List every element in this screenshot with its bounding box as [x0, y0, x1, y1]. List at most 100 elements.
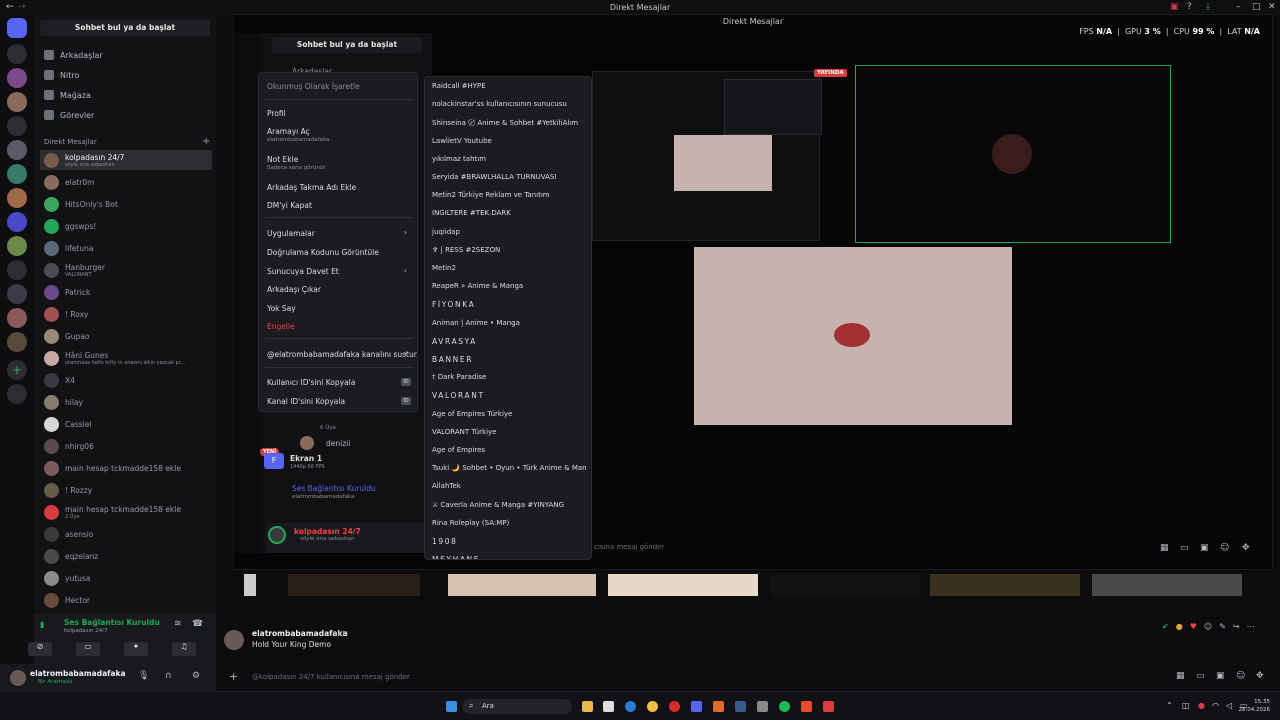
submenu-server-item[interactable]: AllahTek [432, 482, 587, 490]
dm-list-item[interactable]: HitsOnly's Bot [40, 194, 212, 214]
attach-plus-icon[interactable]: + [229, 670, 238, 683]
microphone-tray-icon[interactable]: ● [1198, 701, 1205, 710]
dm-list-item[interactable]: lifetuna [40, 238, 212, 258]
stream-tile-highlighted[interactable] [855, 65, 1171, 243]
submenu-server-item[interactable]: Metin2 [432, 264, 587, 272]
menu-item-call[interactable]: Aramayı Aç elatrombabamadafaka [267, 127, 329, 143]
server-icon[interactable] [7, 44, 27, 64]
steam-icon[interactable] [735, 701, 746, 712]
server-icon[interactable] [7, 188, 27, 208]
submenu-server-item[interactable]: Seryida #BRAWLHALLA TURNUVASI [432, 173, 587, 181]
menu-item-ignore[interactable]: Yok Say [267, 304, 296, 313]
microphone-icon[interactable]: 🎙 [138, 671, 149, 681]
wifi-icon[interactable]: ◠ [1212, 701, 1219, 710]
app-icon[interactable] [603, 701, 614, 712]
server-icon[interactable] [7, 140, 27, 160]
server-icon[interactable] [7, 212, 27, 232]
dm-list-item[interactable]: ! Roxy [40, 304, 212, 324]
start-icon[interactable] [446, 701, 457, 712]
menu-item-mark-read[interactable]: Okunmuş Olarak İşaretle [267, 82, 360, 91]
submenu-server-item[interactable]: Animan | Anime • Manga [432, 319, 587, 327]
app-icon[interactable] [757, 701, 768, 712]
media-thumbnail[interactable] [608, 574, 758, 596]
dm-list-item[interactable]: Hanburger VALORANT [40, 260, 212, 280]
dm-list-item[interactable]: hilay [40, 392, 212, 412]
spotify-icon[interactable] [779, 701, 790, 712]
camera-off-icon[interactable]: ⊘ [28, 642, 52, 656]
submenu-server-item[interactable]: VALORANT Türkiye [432, 428, 587, 436]
dm-list-item[interactable]: yutusa [40, 568, 212, 588]
media-thumbnail[interactable] [930, 574, 1080, 596]
server-icon[interactable] [7, 284, 27, 304]
dm-list-item[interactable]: Cassiel [40, 414, 212, 434]
activities-icon[interactable]: ✦ [124, 642, 148, 656]
nav-nitro[interactable]: Nitro [44, 68, 79, 82]
submenu-server-item[interactable]: MEYHANE [432, 555, 587, 559]
network-icon[interactable]: ◫ [1182, 701, 1190, 710]
apps-icon[interactable]: ✥ [1256, 671, 1264, 681]
dm-list-item[interactable]: asensio [40, 524, 212, 544]
dm-list-item[interactable]: nhirg06 [40, 436, 212, 456]
app-icon[interactable] [823, 701, 834, 712]
submenu-server-item[interactable]: FİYONKA [432, 300, 587, 309]
dm-list-item[interactable]: Hâni Gunes utanmasa hello kitty in anasın… [40, 348, 212, 368]
server-icon[interactable] [7, 308, 27, 328]
minimize-icon[interactable]: – [1236, 2, 1241, 12]
sticker-icon[interactable]: ▣ [1216, 671, 1225, 681]
media-thumbnail[interactable] [770, 574, 920, 596]
menu-item-note[interactable]: Not Ekle Sadece sana görünür [267, 155, 326, 171]
dm-list-item[interactable]: ggswps! [40, 216, 212, 236]
dm-list-item[interactable]: kolpadasın 24/7 söyle ona sebastian [40, 150, 212, 170]
dm-list-item[interactable]: elatr0m [40, 172, 212, 192]
dm-list-item[interactable]: Hector [40, 590, 212, 610]
dm-list-item[interactable]: eqzelanz [40, 546, 212, 566]
stream-tile[interactable] [694, 247, 1012, 425]
dm-list-item[interactable]: main hesap tckmadde158 ekle 2 Üye [40, 502, 212, 522]
avatar[interactable] [10, 670, 26, 686]
submenu-server-item[interactable]: 1908 [432, 537, 587, 546]
edit-icon[interactable]: ✎ [1219, 622, 1226, 636]
server-icon[interactable] [7, 332, 27, 352]
nav-friends[interactable]: Arkadaşlar [44, 48, 103, 62]
menu-item-profile[interactable]: Profil [267, 109, 286, 118]
close-icon[interactable]: ✕ [1268, 2, 1276, 12]
submenu-server-item[interactable]: Rina Roleplay (SA:MP) [432, 519, 587, 527]
menu-item-invite[interactable]: Sunucuya Davet Et [267, 267, 339, 276]
submenu-server-item[interactable]: Age of Empires Türkiye [432, 410, 587, 418]
nav-shop[interactable]: Mağaza [44, 88, 91, 102]
emoji-reaction-icon[interactable]: ● [1176, 622, 1183, 636]
edge-icon[interactable] [625, 701, 636, 712]
app-icon[interactable] [801, 701, 812, 712]
add-reaction-icon[interactable]: ☺ [1204, 622, 1212, 636]
file-explorer-icon[interactable] [582, 701, 593, 712]
submenu-server-item[interactable]: Tsuki 🌙 Sohbet • Oyun • Türk Anime & Man… [432, 464, 587, 472]
submenu-server-item[interactable]: Age of Empires [432, 446, 587, 454]
server-icon[interactable] [7, 116, 27, 136]
server-icon[interactable] [7, 68, 27, 88]
submenu-server-item[interactable]: ⚔ Caverla Anime & Manga #YINYANG [432, 501, 587, 509]
download-icon[interactable]: ⤓ [1206, 2, 1210, 12]
menu-item-verify[interactable]: Doğrulama Kodunu Görüntüle [267, 248, 379, 257]
noise-suppression-icon[interactable]: ≋ [174, 619, 182, 629]
help-icon[interactable]: ? [1187, 2, 1192, 12]
submenu-server-item[interactable]: ♆ | RESS #2SEZON [432, 246, 587, 254]
gift-icon[interactable]: ▦ [1176, 671, 1185, 681]
submenu-server-item[interactable]: juqiidap [432, 228, 587, 236]
dm-list-item[interactable]: X4 [40, 370, 212, 390]
submenu-server-item[interactable]: nolackinstar'ss kullanıcısının sunucusu [432, 100, 587, 108]
tray-chevron-icon[interactable]: ⌃ [1166, 701, 1173, 710]
disconnect-icon[interactable]: ☎ [192, 619, 203, 629]
submenu-server-item[interactable]: Shinseina 〄 Anime & Sohbet #YetkiliAlım [432, 118, 587, 128]
soundboard-icon[interactable]: ♫ [172, 642, 196, 656]
discord-home-icon[interactable] [7, 18, 27, 38]
dm-list-item[interactable]: ! Rozzy [40, 480, 212, 500]
menu-item-remove-friend[interactable]: Arkadaşı Çıkar [267, 285, 321, 294]
server-icon[interactable] [7, 164, 27, 184]
settings-gear-icon[interactable]: ⚙ [192, 671, 200, 681]
avatar[interactable] [224, 630, 244, 650]
more-icon[interactable]: ⋯ [1247, 622, 1255, 636]
headphones-icon[interactable]: ∩ [165, 671, 172, 681]
message-input[interactable]: @kolpadasın 24/7 kullanıcısına mesaj gön… [252, 673, 410, 681]
dm-list-item[interactable]: Gupao [40, 326, 212, 346]
heart-reaction-icon[interactable]: ♥ [1190, 622, 1197, 636]
